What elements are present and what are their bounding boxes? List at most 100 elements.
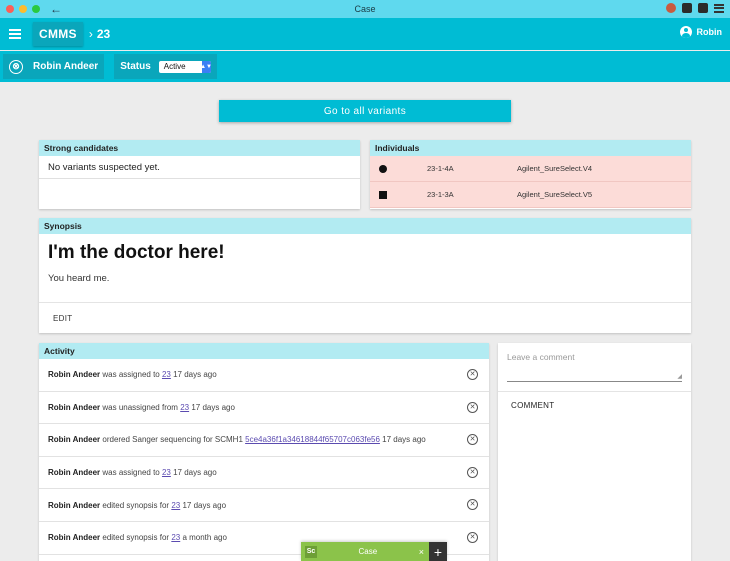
case-link[interactable]: 23 <box>162 370 171 379</box>
activity-card: Activity Robin Andeer was assigned to 23… <box>39 343 489 561</box>
edit-synopsis-button[interactable]: EDIT <box>53 314 72 323</box>
activity-text: Robin Andeer edited synopsis for 23 a mo… <box>48 533 227 542</box>
activity-action: ordered Sanger sequencing for SCMH1 <box>100 435 246 445</box>
activity-row: Robin Andeer ordered Sanger sequencing f… <box>39 424 489 457</box>
case-link[interactable]: 23 <box>171 533 180 542</box>
activity-time: a month ago <box>180 533 227 543</box>
activity-text: Robin Andeer was assigned to 23 17 days … <box>48 468 217 477</box>
resize-grip-icon[interactable]: ◢ <box>677 373 682 380</box>
activity-user: Robin Andeer <box>48 533 101 543</box>
activity-user: Robin Andeer <box>48 435 101 445</box>
individual-capture-kit: Agilent_SureSelect.V4 <box>517 164 593 173</box>
assignee-name: Robin Andeer <box>33 61 99 72</box>
activity-user: Robin Andeer <box>48 500 101 510</box>
status-chip: Status Active ▲▼ <box>114 54 217 79</box>
add-tab-icon[interactable]: + <box>429 542 447 561</box>
hamburger-menu-icon[interactable] <box>9 29 21 39</box>
delete-activity-icon[interactable]: ✕ <box>467 466 478 478</box>
variant-link[interactable]: 5ce4a36f1a34618844f65707c063fe56 <box>245 435 380 444</box>
zoom-window-button[interactable] <box>32 5 40 13</box>
comment-input[interactable]: Leave a comment ◢ <box>507 352 682 382</box>
delete-activity-icon[interactable]: ✕ <box>467 499 478 511</box>
status-value: Active <box>163 62 186 71</box>
activity-action: edited synopsis for <box>100 533 172 543</box>
activity-user: Robin Andeer <box>48 370 101 380</box>
status-label: Status <box>120 61 151 72</box>
delete-activity-icon[interactable]: ✕ <box>467 369 478 380</box>
case-link[interactable]: 23 <box>171 501 180 510</box>
account-icon <box>679 26 692 38</box>
activity-time: 17 days ago <box>170 370 217 380</box>
app-header: CMMS › 23 Robin <box>0 18 730 50</box>
individuals-card: Individuals 23-1-4A Agilent_SureSelect.V… <box>370 140 691 209</box>
activity-text: Robin Andeer was assigned to 23 17 days … <box>48 370 217 379</box>
comment-card: Leave a comment ◢ COMMENT <box>498 343 691 561</box>
individual-row[interactable]: 23-1-4A Agilent_SureSelect.V4 <box>370 156 691 182</box>
activity-action: was assigned to <box>100 370 162 380</box>
activity-user: Robin Andeer <box>48 468 101 478</box>
strong-candidates-title: Strong candidates <box>39 140 360 156</box>
extension-logo-icon: Sc <box>305 545 317 558</box>
extension-tab-label: Case <box>358 547 378 556</box>
delete-activity-icon[interactable]: ✕ <box>467 531 478 543</box>
extension-bar: Sc Case × + <box>301 542 447 561</box>
individual-row[interactable]: 23-1-3A Agilent_SureSelect.V5 <box>370 182 691 208</box>
synopsis-heading: I'm the doctor here! <box>48 242 225 263</box>
breadcrumb-case-id: 23 <box>96 27 111 41</box>
activity-action: was unassigned from <box>100 402 181 412</box>
extension-icon[interactable] <box>666 3 676 13</box>
delete-activity-icon[interactable]: ✕ <box>467 401 478 413</box>
close-window-button[interactable] <box>6 5 14 13</box>
window-titlebar: ← Case <box>0 0 730 18</box>
case-link[interactable]: 23 <box>162 468 171 477</box>
user-menu[interactable]: Robin <box>679 26 723 38</box>
menu-tray <box>666 3 724 13</box>
remove-assignee-icon[interactable]: ⊗ <box>9 59 23 74</box>
chevron-right-icon: › <box>88 27 93 41</box>
activity-text: Robin Andeer edited synopsis for 23 17 d… <box>48 501 226 510</box>
record-icon[interactable] <box>682 3 692 13</box>
activity-row: Robin Andeer was assigned to 23 17 days … <box>39 457 489 490</box>
individuals-title: Individuals <box>370 140 691 156</box>
activity-time: 17 days ago <box>170 468 217 478</box>
activity-row: Robin Andeer was assigned to 23 17 days … <box>39 359 489 392</box>
activity-row: Robin Andeer edited synopsis for 23 17 d… <box>39 489 489 522</box>
case-link[interactable]: 23 <box>180 403 189 412</box>
status-select[interactable]: Active ▲▼ <box>158 60 212 73</box>
activity-action: edited synopsis for <box>100 500 172 510</box>
activity-row: Robin Andeer was unassigned from 23 17 d… <box>39 392 489 425</box>
close-tab-icon[interactable]: × <box>419 547 424 557</box>
menu-icon[interactable] <box>714 3 724 13</box>
delete-activity-icon[interactable]: ✕ <box>467 434 478 446</box>
divider <box>39 302 691 303</box>
synopsis-text: You heard me. <box>48 273 110 284</box>
activity-action: was assigned to <box>100 468 162 478</box>
male-square-icon <box>379 190 387 199</box>
divider <box>498 391 691 392</box>
user-name: Robin <box>696 27 723 37</box>
brand-button[interactable]: CMMS <box>33 22 83 46</box>
dev-tools-icon[interactable] <box>698 3 708 13</box>
window-controls <box>6 5 40 13</box>
strong-candidates-card: Strong candidates No variants suspected … <box>39 140 360 209</box>
assignee-chip: ⊗ Robin Andeer <box>3 54 105 79</box>
window-title: Case <box>354 4 376 14</box>
activity-text: Robin Andeer was unassigned from 23 17 d… <box>48 403 235 412</box>
individual-id: 23-1-4A <box>427 164 454 173</box>
comment-button[interactable]: COMMENT <box>511 401 554 410</box>
activity-title: Activity <box>39 343 489 359</box>
activity-time: 17 days ago <box>379 435 426 445</box>
activity-time: 17 days ago <box>180 500 227 510</box>
extension-tab[interactable]: Sc Case × <box>301 542 429 561</box>
go-to-all-variants-button[interactable]: Go to all variants <box>219 100 511 122</box>
synopsis-title: Synopsis <box>39 218 691 234</box>
strong-candidates-empty: No variants suspected yet. <box>39 156 360 179</box>
individual-capture-kit: Agilent_SureSelect.V5 <box>517 190 593 199</box>
comment-placeholder: Leave a comment <box>507 352 575 362</box>
synopsis-card: Synopsis I'm the doctor here! You heard … <box>39 218 691 333</box>
minimize-window-button[interactable] <box>19 5 27 13</box>
case-toolbar: ⊗ Robin Andeer Status Active ▲▼ <box>0 51 730 82</box>
individual-id: 23-1-3A <box>427 190 454 199</box>
activity-text: Robin Andeer ordered Sanger sequencing f… <box>48 435 426 444</box>
back-arrow-icon[interactable]: ← <box>50 0 62 18</box>
